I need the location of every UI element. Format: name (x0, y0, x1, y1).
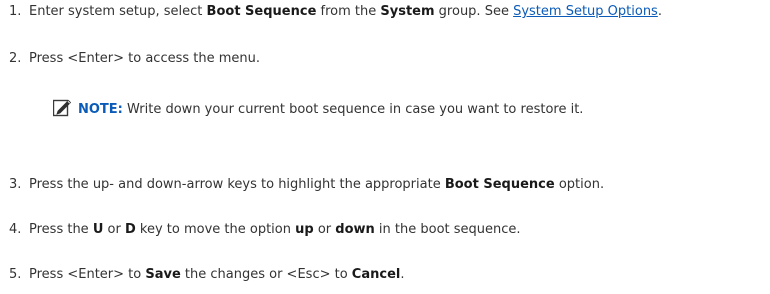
step-number: 4. (9, 222, 22, 237)
step-2: 2. Press <Enter> to access the menu. (9, 51, 261, 66)
step-4: 4. Press the U or D key to move the optio… (9, 222, 521, 237)
step-5: 5. Press <Enter> to Save the changes or <… (9, 267, 405, 282)
pencil-note-icon (52, 98, 72, 117)
step-1: 1. Enter system setup, select Boot Sequen… (9, 4, 662, 19)
procedure-page: { "steps": [ { "number": "1.", "t1": "En… (0, 0, 770, 294)
step-3: 3. Press the up- and down-arrow keys to h… (9, 177, 605, 192)
system-setup-options-link[interactable]: System Setup Options (513, 4, 658, 19)
step-number: 5. (9, 267, 22, 282)
step-number: 1. (9, 4, 22, 19)
note-label: NOTE: (78, 102, 123, 117)
step-number: 2. (9, 51, 22, 66)
note-callout: NOTE: Write down your current boot seque… (52, 98, 584, 120)
note-text: Write down your current boot sequence in… (122, 102, 584, 117)
step-number: 3. (9, 177, 22, 192)
